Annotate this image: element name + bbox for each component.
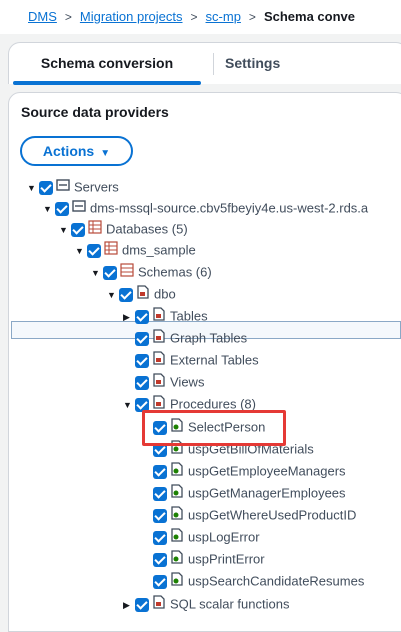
breadcrumb-dms-link[interactable]: DMS xyxy=(28,9,57,24)
expand-right-icon[interactable]: ▶ xyxy=(123,595,135,615)
database-icon xyxy=(104,240,118,261)
folder-icon xyxy=(152,594,166,615)
server-icon xyxy=(72,199,86,219)
tree-node-label: uspGetWhereUsedProductID xyxy=(188,507,357,523)
tree-node-label: uspGetManagerEmployees xyxy=(188,485,346,501)
checkbox[interactable] xyxy=(135,353,149,368)
checkbox[interactable] xyxy=(153,464,167,479)
tree-node[interactable]: External Tables xyxy=(123,350,259,370)
tree-node[interactable]: ▼ Servers xyxy=(27,177,119,197)
expand-down-icon[interactable]: ▼ xyxy=(123,395,135,415)
tab-settings[interactable]: Settings xyxy=(225,43,305,83)
actions-button[interactable]: Actions ▼ xyxy=(20,136,133,166)
checkbox[interactable] xyxy=(119,287,133,302)
tree-node[interactable]: ▼ Schemas (6) xyxy=(91,262,212,282)
tree-node[interactable]: ▼ dbo xyxy=(107,284,176,304)
expand-right-icon[interactable]: ▶ xyxy=(123,307,135,327)
tree-node-label: SQL scalar functions xyxy=(170,596,290,612)
expand-down-icon[interactable]: ▼ xyxy=(107,285,119,305)
breadcrumb-separator: > xyxy=(64,10,72,24)
expand-down-icon[interactable]: ▼ xyxy=(75,241,87,261)
checkbox[interactable] xyxy=(135,597,149,612)
server-icon xyxy=(56,178,70,198)
checkbox[interactable] xyxy=(135,375,149,390)
procedure-icon xyxy=(170,571,184,592)
tree-node[interactable]: ▶ Tables xyxy=(123,306,208,326)
checkbox[interactable] xyxy=(153,530,167,545)
expand-down-icon[interactable]: ▼ xyxy=(91,263,103,283)
schema-icon xyxy=(120,262,134,283)
checkbox[interactable] xyxy=(39,180,53,195)
tree-node-label: uspPrintError xyxy=(188,551,265,567)
tree-node-label: Schemas (6) xyxy=(138,264,212,280)
tree-node-label: Graph Tables xyxy=(170,330,248,346)
checkbox[interactable] xyxy=(153,508,167,523)
breadcrumb-separator: > xyxy=(248,10,256,24)
procedure-icon xyxy=(170,461,184,482)
tree-node[interactable]: ▼ dms_sample xyxy=(75,240,196,260)
folder-icon xyxy=(152,372,166,393)
tree-node-label: Databases (5) xyxy=(106,221,188,237)
expand-down-icon[interactable]: ▼ xyxy=(27,178,39,198)
checkbox[interactable] xyxy=(103,265,117,280)
breadcrumb-sc-mp-link[interactable]: sc-mp xyxy=(206,9,241,24)
checkbox[interactable] xyxy=(135,309,149,324)
checkbox[interactable] xyxy=(87,243,101,258)
folder-icon xyxy=(136,284,150,305)
tree-node-label: dms_sample xyxy=(122,242,196,258)
caret-down-icon: ▼ xyxy=(100,148,111,159)
tree-node-label: Tables xyxy=(170,308,208,324)
breadcrumb: DMS > Migration projects > sc-mp > Schema conv… xyxy=(0,0,401,34)
tree-node[interactable]: uspPrintError xyxy=(141,549,265,569)
tree-node[interactable]: ▼ dms-mssql-source.cbv5fbeyiy4e.us-west-2… xyxy=(43,198,368,218)
tree-node-label: External Tables xyxy=(170,352,259,368)
checkbox[interactable] xyxy=(153,552,167,567)
tree-node[interactable]: uspSearchCandidateResumes xyxy=(141,571,364,591)
tree-node-label: Servers xyxy=(74,179,119,195)
panel-title: Source data providers xyxy=(21,104,169,120)
procedure-icon xyxy=(170,483,184,504)
database-icon xyxy=(88,219,102,240)
tree-node[interactable]: uspLogError xyxy=(141,527,260,547)
tree-node-label: Views xyxy=(170,374,205,390)
expand-down-icon[interactable]: ▼ xyxy=(59,220,71,240)
tree-node-label: uspGetEmployeeManagers xyxy=(188,463,346,479)
folder-icon xyxy=(152,328,166,349)
checkbox[interactable] xyxy=(153,486,167,501)
folder-icon xyxy=(152,306,166,327)
tree-node[interactable]: ▼ Databases (5) xyxy=(59,219,188,239)
folder-icon xyxy=(152,350,166,371)
tab-divider xyxy=(213,53,214,75)
tree-node[interactable]: Views xyxy=(123,372,204,392)
checkbox[interactable] xyxy=(153,574,167,589)
tree-node[interactable]: uspGetEmployeeManagers xyxy=(141,461,346,481)
tabs-container: Schema conversion Settings xyxy=(8,42,401,85)
procedure-icon xyxy=(170,549,184,570)
checkbox[interactable] xyxy=(55,201,69,216)
selection-highlight-box xyxy=(142,410,286,446)
tree-node-label: dms-mssql-source.cbv5fbeyiy4e.us-west-2.… xyxy=(90,200,369,216)
breadcrumb-separator: > xyxy=(190,10,198,24)
breadcrumb-migration-projects-link[interactable]: Migration projects xyxy=(80,9,183,24)
actions-label: Actions xyxy=(42,143,95,159)
tree-node-label: uspLogError xyxy=(188,529,260,545)
checkbox[interactable] xyxy=(71,222,85,237)
procedure-icon xyxy=(170,527,184,548)
tree-node[interactable]: uspGetManagerEmployees xyxy=(141,483,346,503)
tree-node[interactable]: Graph Tables xyxy=(123,328,247,348)
tree-node[interactable]: ▶ SQL scalar functions xyxy=(123,594,289,614)
tree-node-label: dbo xyxy=(154,286,176,302)
procedure-icon xyxy=(170,505,184,526)
tab-schema-conversion[interactable]: Schema conversion xyxy=(9,43,205,85)
checkbox[interactable] xyxy=(135,331,149,346)
expand-down-icon[interactable]: ▼ xyxy=(43,199,55,219)
tree-node[interactable]: uspGetWhereUsedProductID xyxy=(141,505,356,525)
breadcrumb-current: Schema conve xyxy=(263,9,355,24)
tree-node-label: uspSearchCandidateResumes xyxy=(188,573,365,589)
